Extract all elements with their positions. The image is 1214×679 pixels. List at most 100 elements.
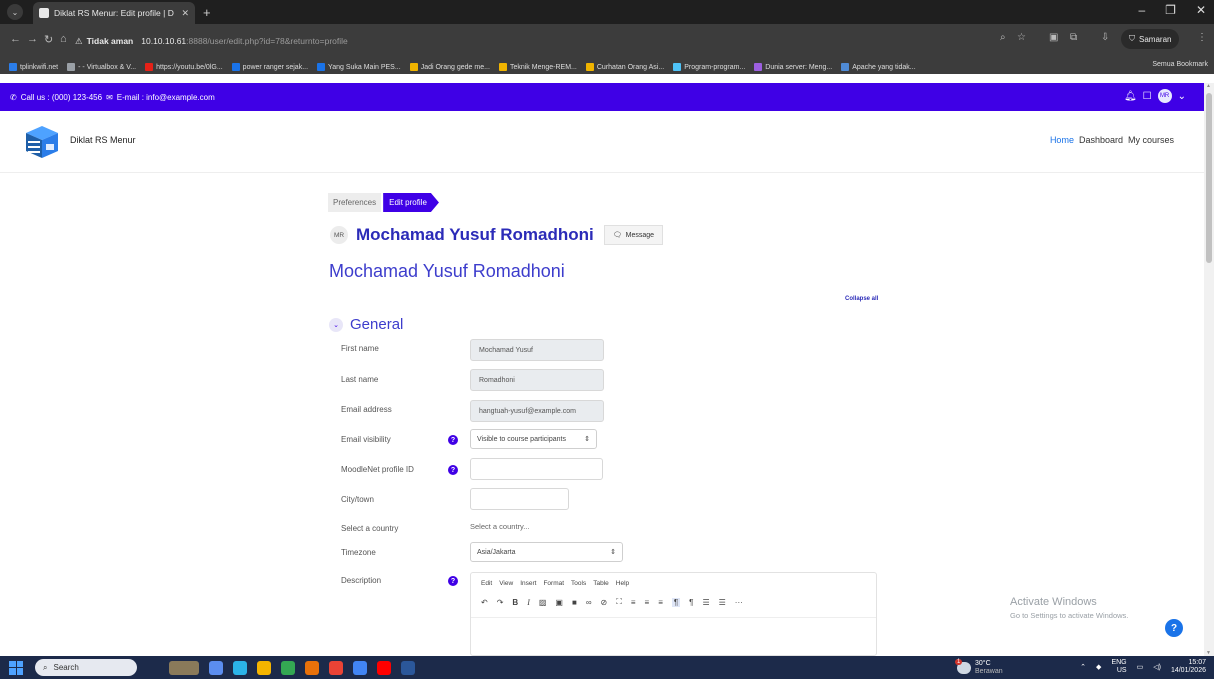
start-icon[interactable] — [9, 660, 23, 675]
extension-icon[interactable]: ▣ — [1049, 32, 1058, 43]
app-icon[interactable] — [329, 660, 343, 675]
ltr-icon[interactable]: ¶ — [671, 597, 681, 607]
puzzle-icon[interactable]: ⧉ — [1070, 32, 1077, 43]
link-icon[interactable]: ∞ — [586, 598, 592, 607]
chevron-down-icon[interactable]: ⌄ — [329, 317, 343, 332]
warning-icon[interactable]: ⚠ — [75, 36, 83, 47]
menu-dots-icon[interactable]: ⋮ — [1197, 32, 1207, 43]
help-fab-button[interactable]: ? — [1165, 619, 1183, 637]
video-icon[interactable]: ■ — [572, 598, 577, 607]
user-menu-chevron-icon[interactable]: ⌄ — [1178, 91, 1186, 102]
bookmark-item[interactable]: Dunia server: Meng... — [754, 63, 832, 71]
email-visibility-select[interactable]: Visible to course participants ⇕ — [470, 429, 597, 449]
bookmark-item[interactable]: Curhatan Orang Asi... — [585, 63, 664, 71]
redo-icon[interactable]: ↷ — [497, 598, 504, 607]
task-view-icon[interactable] — [209, 660, 223, 675]
email-field[interactable]: hangtuah-yusuf@example.com — [470, 400, 604, 422]
editor-menu-item[interactable]: Table — [593, 580, 609, 587]
description-editor[interactable]: Edit View Insert Format Tools Table Help ↶ ↷ B… — [470, 572, 877, 656]
download-icon[interactable]: ⇩ — [1101, 32, 1109, 43]
bookmark-item[interactable]: Yang Suka Main PES... — [317, 63, 401, 71]
more-icon[interactable]: ··· — [735, 598, 743, 607]
nav-home[interactable]: Home — [1050, 135, 1074, 145]
breadcrumb-edit-profile[interactable]: Edit profile — [383, 193, 439, 212]
bookmark-item[interactable]: https://youtu.be/0lG... — [145, 63, 223, 71]
user-avatar[interactable]: MR — [1157, 89, 1172, 103]
message-drawer-icon[interactable]: ☐ — [1143, 91, 1152, 102]
incognito-badge[interactable]: ⛉ Samaran — [1121, 29, 1180, 49]
store-icon[interactable] — [281, 660, 295, 675]
edge-icon[interactable] — [233, 660, 247, 675]
widgets-icon[interactable] — [169, 660, 199, 675]
scrollbar-thumb[interactable] — [1206, 93, 1212, 263]
youtube-icon[interactable] — [377, 660, 391, 675]
bookmark-item[interactable]: Teknik Menge-REM... — [498, 63, 577, 71]
timezone-select[interactable]: Asia/Jakarta ⇕ — [470, 542, 623, 562]
tab-list-chevron-icon[interactable]: ⌄ — [7, 4, 23, 20]
help-icon[interactable]: ? — [448, 576, 458, 586]
align-center-icon[interactable]: ≡ — [645, 598, 650, 607]
app-icon[interactable] — [305, 660, 319, 675]
home-icon[interactable]: ⌂ — [60, 33, 67, 45]
message-button[interactable]: 🗨︎ Message — [603, 225, 664, 245]
language-indicator[interactable]: ENG US — [1111, 659, 1126, 676]
volume-icon[interactable]: ◁) — [1153, 663, 1161, 671]
chrome-icon[interactable] — [353, 660, 367, 675]
editor-menu-item[interactable]: View — [499, 580, 513, 587]
network-icon[interactable]: ▭ — [1137, 663, 1144, 671]
weather-widget[interactable]: 1 30°C Berawan — [955, 658, 1003, 675]
new-tab-icon[interactable]: + — [203, 5, 211, 20]
help-icon[interactable]: ? — [448, 465, 458, 475]
image-icon[interactable]: ▨ — [539, 598, 547, 607]
first-name-field[interactable]: Mochamad Yusuf — [470, 339, 604, 361]
page-scrollbar[interactable]: ▲ ▼ — [1204, 83, 1214, 656]
minimize-icon[interactable]: – — [1138, 3, 1145, 17]
editor-menu-item[interactable]: Format — [543, 580, 564, 587]
reload-icon[interactable]: ↻ — [44, 33, 53, 46]
bookmark-item[interactable]: power ranger sejak... — [231, 63, 308, 71]
help-icon[interactable]: ? — [448, 435, 458, 445]
collapse-all-link[interactable]: Collapse all — [845, 296, 878, 302]
tray-app-icon[interactable]: ◆ — [1096, 663, 1101, 671]
back-icon[interactable]: ← — [10, 33, 21, 45]
nav-my-courses[interactable]: My courses — [1128, 135, 1174, 145]
clock[interactable]: 15:07 14/01/2026 — [1171, 659, 1206, 676]
scroll-up-icon[interactable]: ▲ — [1206, 83, 1211, 89]
fullscreen-icon[interactable]: ⛶ — [616, 597, 622, 607]
site-name[interactable]: Diklat RS Menur — [70, 135, 136, 145]
bookmark-item[interactable]: Apache yang tidak... — [841, 63, 916, 71]
media-icon[interactable]: ▣ — [555, 598, 563, 607]
word-icon[interactable] — [401, 660, 415, 675]
numbered-list-icon[interactable]: ☰ — [719, 598, 726, 607]
close-window-icon[interactable]: ✕ — [1196, 3, 1206, 17]
editor-menu-item[interactable]: Help — [616, 580, 629, 587]
address-bar[interactable]: ⚠ Tidak aman 10.10.10.61:8888/user/edit.… — [75, 31, 1025, 51]
breadcrumb-preferences[interactable]: Preferences — [328, 193, 382, 212]
tray-chevron-icon[interactable]: ⌃ — [1080, 663, 1086, 671]
taskbar-search[interactable]: ⌕ Search — [35, 659, 137, 676]
editor-menu-item[interactable]: Insert — [520, 580, 536, 587]
nav-dashboard[interactable]: Dashboard — [1079, 135, 1123, 145]
security-label[interactable]: Tidak aman — [87, 36, 134, 46]
bookmark-item[interactable]: Jadi Orang gede me... — [409, 63, 490, 71]
tab-close-icon[interactable]: ✕ — [181, 8, 189, 19]
bookmark-item[interactable]: Program-program... — [673, 63, 745, 71]
zoom-icon[interactable]: ⌕ — [1000, 32, 1006, 43]
rtl-icon[interactable]: ¶ — [689, 598, 693, 607]
italic-icon[interactable]: I — [527, 598, 530, 607]
bullet-list-icon[interactable]: ☰ — [702, 598, 709, 607]
url-text[interactable]: 10.10.10.61:8888/user/edit.php?id=78&ret… — [141, 36, 348, 46]
forward-icon[interactable]: → — [27, 33, 38, 45]
all-bookmarks[interactable]: Semua Bookmark — [1152, 61, 1208, 68]
bookmark-star-icon[interactable]: ☆ — [1017, 32, 1026, 43]
browser-tab[interactable]: Diklat RS Menur: Edit profile | D ✕ — [33, 2, 195, 24]
moodlenet-field[interactable] — [470, 458, 603, 480]
last-name-field[interactable]: Romadhoni — [470, 369, 604, 391]
restore-icon[interactable]: ❐ — [1165, 3, 1176, 17]
city-field[interactable] — [470, 488, 569, 510]
align-left-icon[interactable]: ≡ — [631, 598, 636, 607]
editor-menu-item[interactable]: Edit — [481, 580, 492, 587]
editor-menu-item[interactable]: Tools — [571, 580, 586, 587]
site-logo[interactable] — [22, 122, 62, 162]
align-right-icon[interactable]: ≡ — [658, 598, 663, 607]
